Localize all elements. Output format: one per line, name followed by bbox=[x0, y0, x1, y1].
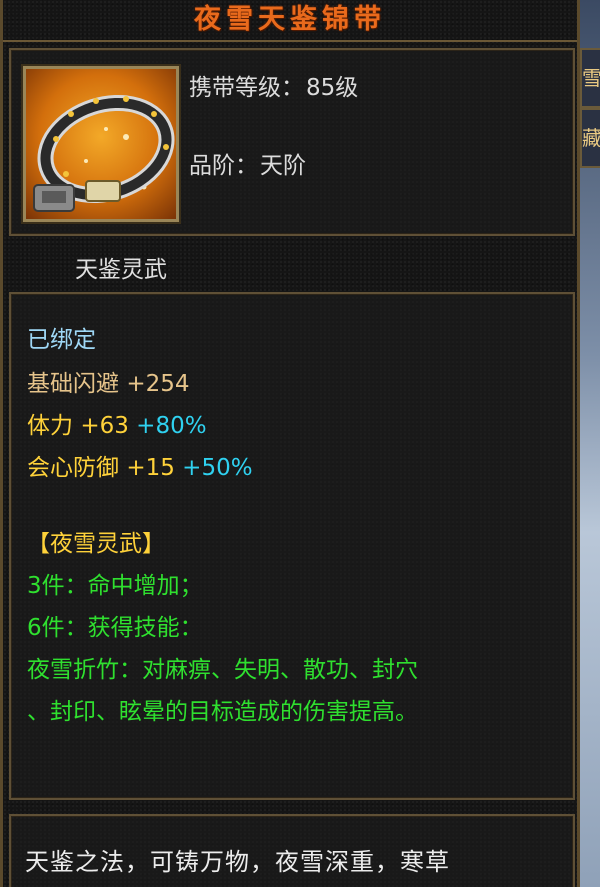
stat-crit-defense: 会心防御 +15 +50% bbox=[27, 448, 253, 482]
stat-bonus: +80% bbox=[136, 413, 207, 439]
stats-box: 已绑定 基础闪避 +254 体力 +63 +80% 会心防御 +15 +50% … bbox=[9, 292, 575, 800]
stat-name: 基础闪避 bbox=[27, 371, 119, 397]
side-tab-2-label: 藏 bbox=[582, 126, 600, 150]
stat-value: +63 bbox=[80, 413, 129, 439]
set-bonus-title: 【夜雪灵武】 bbox=[27, 531, 165, 557]
description-box: 天鉴之法，可铸万物，夜雪深重，寒草 bbox=[9, 814, 575, 887]
side-tab-1-label: 雪 bbox=[582, 66, 600, 90]
grade-label: 品阶： bbox=[189, 153, 258, 179]
stat-bonus: +50% bbox=[182, 455, 253, 481]
stat-value: +254 bbox=[126, 371, 190, 397]
belt-icon-graphic bbox=[33, 94, 175, 212]
set-bonus-6: 6件：获得技能： bbox=[27, 615, 203, 641]
belt-icon bbox=[23, 66, 179, 222]
stat-stamina: 体力 +63 +80% bbox=[27, 406, 207, 440]
item-tooltip: 夜雪天鉴锦带 携带等级：85级 品阶：天阶 天鉴灵武 已绑定 基础闪避 +254… bbox=[0, 0, 580, 887]
carry-level: 携带等级：85级 bbox=[189, 68, 358, 102]
item-name: 夜雪天鉴锦带 bbox=[194, 4, 386, 35]
item-info-box: 携带等级：85级 品阶：天阶 bbox=[9, 48, 575, 236]
grade: 品阶：天阶 bbox=[189, 146, 306, 180]
background-window: 雪 藏 bbox=[580, 0, 600, 887]
carry-level-value: 85级 bbox=[306, 75, 359, 101]
carry-level-label: 携带等级： bbox=[189, 75, 304, 101]
set-name: 天鉴灵武 bbox=[75, 257, 167, 283]
skill-desc-line-2: 、封印、眩晕的目标造成的伤害提高。 bbox=[27, 699, 418, 725]
bound-status: 已绑定 bbox=[27, 327, 96, 353]
skill-desc-line-1: 夜雪折竹：对麻痹、失明、散功、封穴 bbox=[27, 657, 418, 683]
set-bonus-3: 3件：命中增加； bbox=[27, 573, 203, 599]
side-tab-2[interactable]: 藏 bbox=[580, 108, 600, 168]
side-tab-1[interactable]: 雪 bbox=[580, 48, 600, 108]
grade-value: 天阶 bbox=[260, 153, 306, 179]
stat-name: 会心防御 bbox=[27, 455, 119, 481]
stat-name: 体力 bbox=[27, 413, 73, 439]
stat-value: +15 bbox=[126, 455, 175, 481]
stat-dodge: 基础闪避 +254 bbox=[27, 364, 189, 398]
title-bar: 夜雪天鉴锦带 bbox=[3, 0, 577, 42]
item-description: 天鉴之法，可铸万物，夜雪深重，寒草 bbox=[25, 848, 450, 876]
